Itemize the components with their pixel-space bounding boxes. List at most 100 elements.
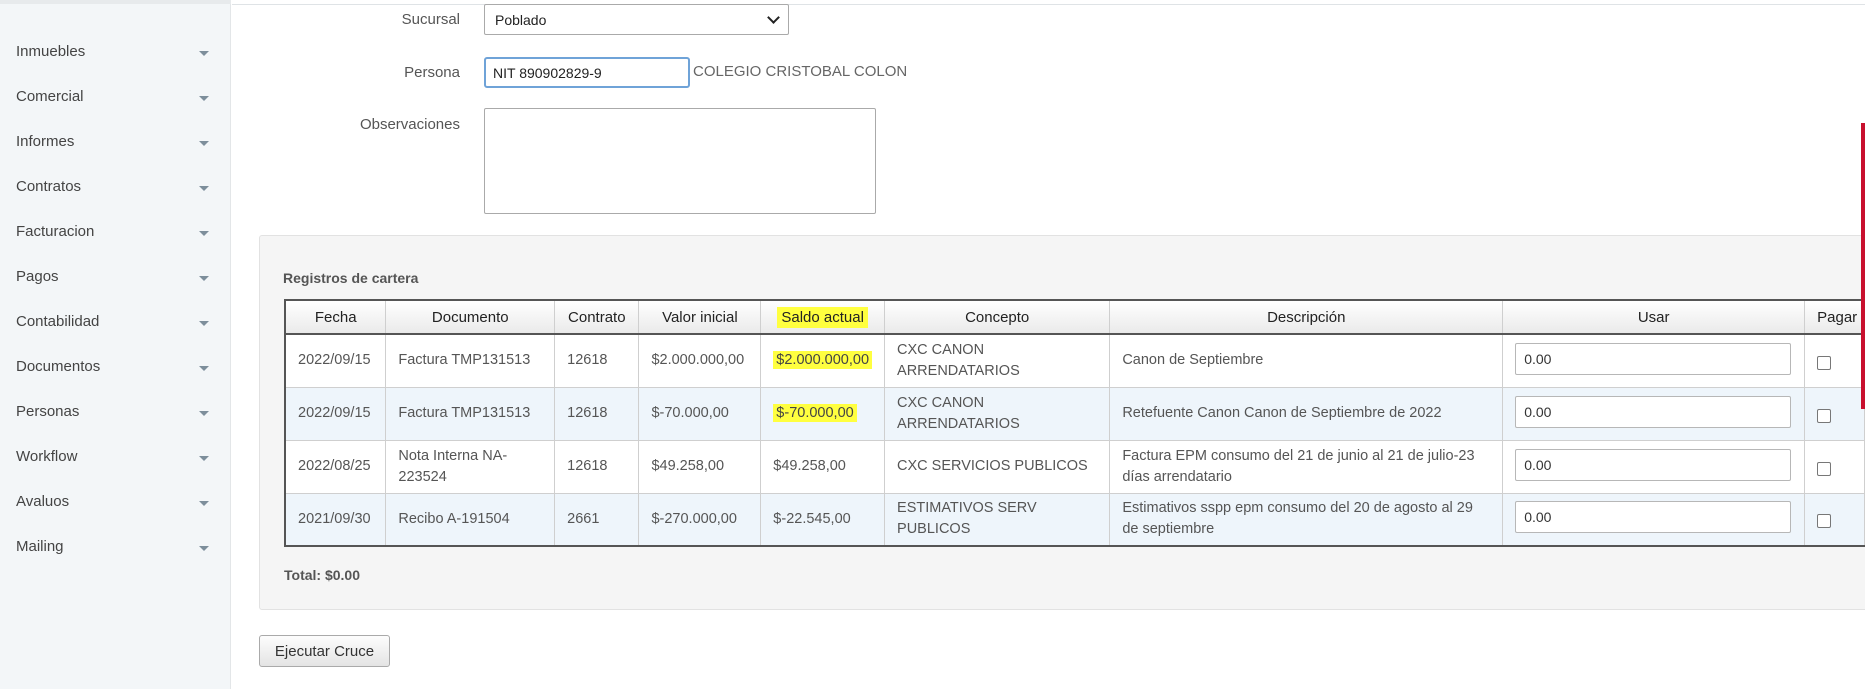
cell-descripcion: Canon de Septiembre — [1109, 333, 1504, 388]
table-row: 2022/08/25 Nota Interna NA-223524 12618 … — [284, 439, 1865, 494]
sidebar-item-label: Workflow — [16, 447, 78, 465]
persona-name: COLEGIO CRISTOBAL COLON — [693, 63, 908, 80]
caret-down-icon — [199, 500, 209, 506]
column-header-usar: Usar — [1502, 299, 1806, 335]
scroll-indicator-bar — [1861, 123, 1865, 409]
pagar-checkbox[interactable] — [1817, 355, 1832, 370]
cartera-total: Total: $0.00 — [284, 567, 360, 583]
caret-down-icon — [199, 95, 209, 101]
cell-saldo-actual: $2.000.000,00 — [760, 333, 886, 388]
caret-down-icon — [199, 365, 209, 371]
sidebar-item-comercial[interactable]: Comercial — [0, 74, 231, 118]
sidebar-item-pagos[interactable]: Pagos — [0, 254, 231, 298]
column-header-saldo-actual: Saldo actual — [760, 299, 886, 335]
highlighted-header-text: Saldo actual — [777, 306, 868, 328]
column-header-contrato: Contrato — [554, 299, 640, 335]
sidebar-item-mailing[interactable]: Mailing — [0, 524, 231, 568]
cell-pagar — [1804, 439, 1865, 494]
cell-documento: Factura TMP131513 — [385, 386, 556, 441]
cartera-table: Fecha Documento Contrato Valor inicial S… — [284, 299, 1865, 547]
pagar-checkbox[interactable] — [1817, 461, 1832, 476]
caret-down-icon — [199, 275, 209, 281]
cell-fecha: 2021/09/30 — [284, 492, 387, 547]
sidebar-item-label: Informes — [16, 132, 75, 150]
pagar-checkbox[interactable] — [1817, 408, 1832, 423]
caret-down-icon — [199, 545, 209, 551]
caret-down-icon — [199, 320, 209, 326]
cell-concepto: CXC SERVICIOS PUBLICOS — [884, 439, 1111, 494]
highlighted-value: $2.000.000,00 — [773, 351, 873, 370]
cell-contrato: 12618 — [554, 386, 640, 441]
persona-label: Persona — [404, 64, 460, 81]
sidebar-item-avaluos[interactable]: Avaluos — [0, 479, 231, 523]
cell-valor-inicial: $-270.000,00 — [638, 492, 762, 547]
sidebar-item-label: Contratos — [16, 177, 82, 195]
sidebar-item-label: Pagos — [16, 267, 59, 285]
sidebar-item-contabilidad[interactable]: Contabilidad — [0, 299, 231, 343]
cell-documento: Nota Interna NA-223524 — [385, 439, 556, 494]
sidebar-item-label: Avaluos — [16, 492, 70, 510]
sidebar-item-facturacion[interactable]: Facturacion — [0, 209, 231, 253]
cell-valor-inicial: $2.000.000,00 — [638, 333, 762, 388]
column-header-fecha: Fecha — [284, 299, 387, 335]
cartera-title: Registros de cartera — [283, 270, 419, 286]
highlighted-value: $-70.000,00 — [773, 404, 857, 422]
column-header-concepto: Concepto — [884, 299, 1111, 335]
sidebar-item-documentos[interactable]: Documentos — [0, 344, 231, 388]
sucursal-selected-value: Poblado — [495, 11, 547, 28]
cell-concepto: CXC CANON ARRENDATARIOS — [884, 333, 1111, 388]
caret-down-icon — [199, 50, 209, 56]
usar-input[interactable] — [1515, 448, 1792, 481]
cell-valor-inicial: $-70.000,00 — [638, 386, 762, 441]
observaciones-textarea[interactable] — [484, 108, 876, 214]
cell-documento: Factura TMP131513 — [385, 333, 556, 388]
usar-input[interactable] — [1515, 501, 1792, 534]
table-header-row: Fecha Documento Contrato Valor inicial S… — [284, 299, 1865, 335]
sidebar-item-label: Inmuebles — [16, 42, 86, 60]
cell-saldo-actual: $49.258,00 — [760, 439, 886, 494]
cell-pagar — [1804, 333, 1865, 388]
cell-concepto: CXC CANON ARRENDATARIOS — [884, 386, 1111, 441]
sidebar-item-workflow[interactable]: Workflow — [0, 434, 231, 478]
sidebar: Inmuebles Comercial Informes Contratos F… — [0, 0, 231, 689]
sidebar-item-label: Facturacion — [16, 222, 95, 240]
cell-fecha: 2022/09/15 — [284, 386, 387, 441]
sidebar-item-label: Comercial — [16, 87, 84, 105]
cell-contrato: 12618 — [554, 439, 640, 494]
persona-input[interactable] — [484, 57, 690, 88]
usar-input[interactable] — [1515, 395, 1792, 428]
sidebar-item-informes[interactable]: Informes — [0, 119, 231, 163]
sucursal-label: Sucursal — [401, 11, 460, 28]
sucursal-select[interactable]: Poblado — [484, 4, 789, 35]
cell-usar — [1502, 386, 1806, 441]
cell-saldo-actual: $-22.545,00 — [760, 492, 886, 547]
cell-usar — [1502, 333, 1806, 388]
ejecutar-cruce-button[interactable]: Ejecutar Cruce — [259, 635, 390, 667]
column-header-documento: Documento — [385, 299, 556, 335]
caret-down-icon — [199, 455, 209, 461]
sidebar-item-label: Mailing — [16, 537, 64, 555]
cell-concepto: ESTIMATIVOS SERV PUBLICOS — [884, 492, 1111, 547]
sidebar-item-personas[interactable]: Personas — [0, 389, 231, 433]
main-content: Sucursal Poblado Persona COLEGIO CRISTOB… — [232, 0, 1865, 689]
cell-saldo-actual: $-70.000,00 — [760, 386, 886, 441]
cell-pagar — [1804, 386, 1865, 441]
sidebar-item-contratos[interactable]: Contratos — [0, 164, 231, 208]
cell-valor-inicial: $49.258,00 — [638, 439, 762, 494]
caret-down-icon — [199, 185, 209, 191]
table-row: 2021/09/30 Recibo A-191504 2661 $-270.00… — [284, 492, 1865, 547]
observaciones-label: Observaciones — [359, 116, 460, 133]
column-header-valor-inicial: Valor inicial — [638, 299, 762, 335]
sidebar-item-inmuebles[interactable]: Inmuebles — [0, 29, 231, 73]
top-divider — [232, 0, 1865, 5]
sidebar-top-divider — [0, 0, 231, 4]
sidebar-item-label: Contabilidad — [16, 312, 100, 330]
usar-input[interactable] — [1515, 342, 1792, 375]
column-header-descripcion: Descripción — [1109, 299, 1504, 335]
cell-usar — [1502, 439, 1806, 494]
pagar-checkbox[interactable] — [1817, 514, 1832, 529]
cell-usar — [1502, 492, 1806, 547]
caret-down-icon — [199, 140, 209, 146]
cell-descripcion: Factura EPM consumo del 21 de junio al 2… — [1109, 439, 1504, 494]
table-row: 2022/09/15 Factura TMP131513 12618 $2.00… — [284, 333, 1865, 388]
